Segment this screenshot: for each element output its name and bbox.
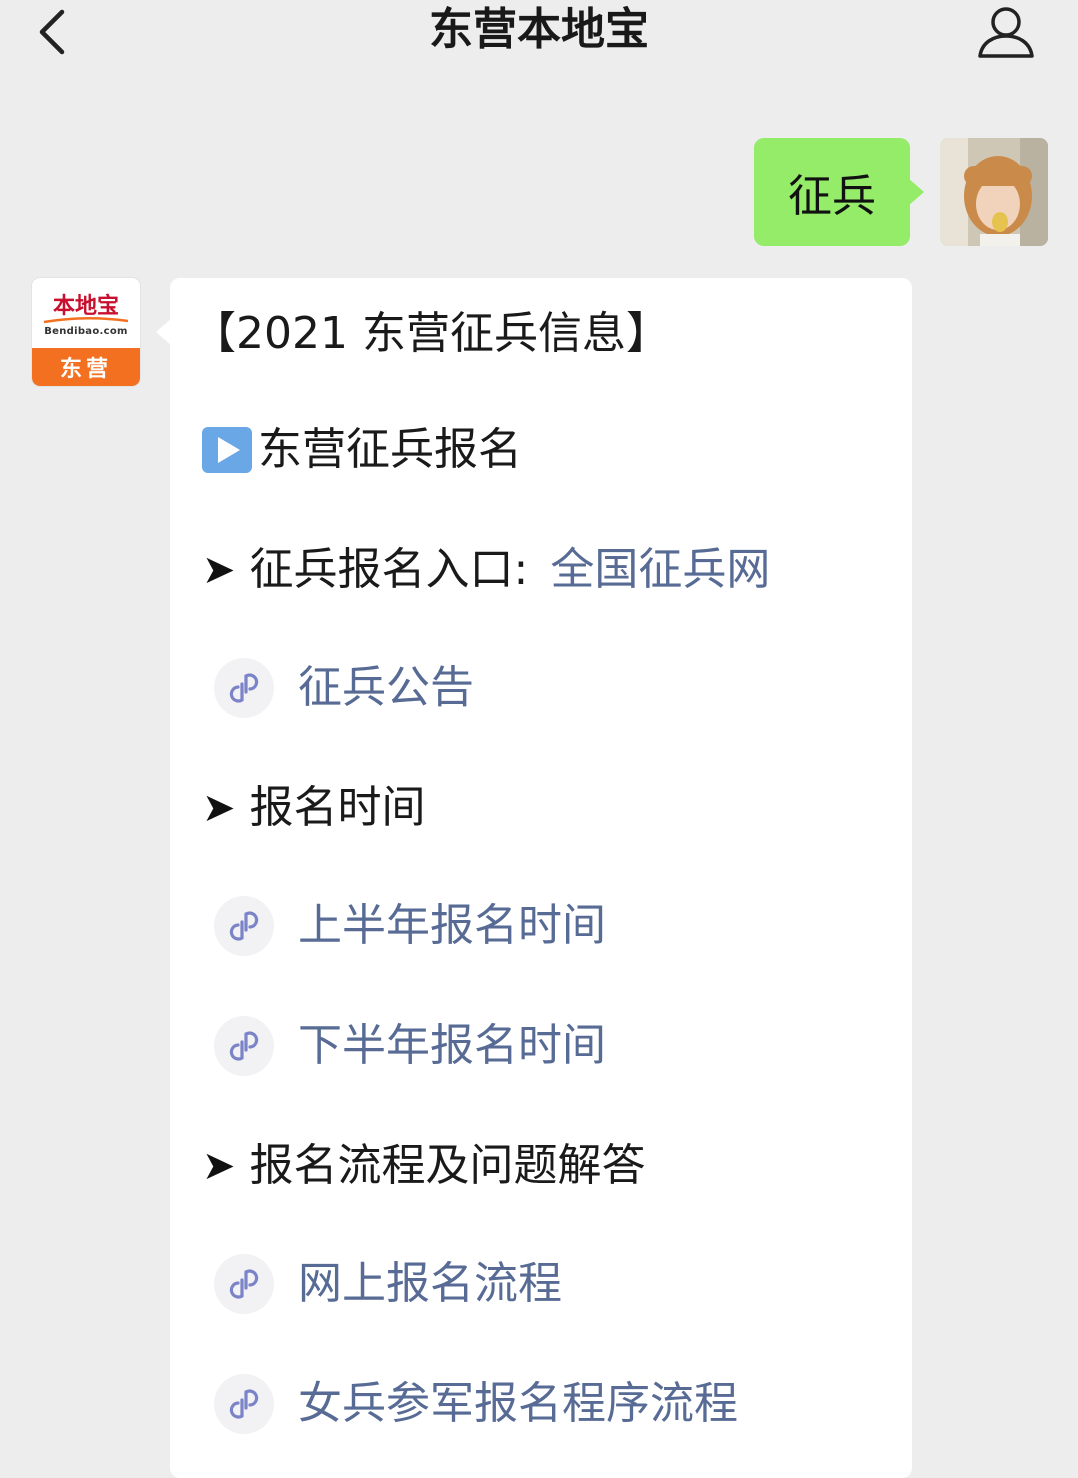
mini-program-icon: [214, 1374, 274, 1434]
mini-program-icon: [214, 1254, 274, 1314]
mini-program-link-female-process[interactable]: 女兵参军报名程序流程: [214, 1374, 738, 1434]
logo-swoosh-icon: [43, 317, 129, 324]
chat-title: 东营本地宝: [429, 4, 649, 55]
national-recruitment-link[interactable]: 全国征兵网: [550, 540, 770, 600]
time-row: ➤ 报名时间: [202, 778, 426, 838]
mini-program-label: 女兵参军报名程序流程: [298, 1378, 738, 1429]
profile-button[interactable]: [976, 4, 1036, 60]
reply-heading: 【2021 东营征兵信息】: [192, 308, 670, 359]
section-title: 东营征兵报名: [202, 420, 522, 480]
my-avatar[interactable]: [940, 138, 1048, 246]
process-label: 报名流程及问题解答: [249, 1140, 646, 1191]
mini-program-label: 上半年报名时间: [298, 900, 606, 951]
mini-program-icon: [214, 1016, 274, 1076]
my-message-bubble[interactable]: 征兵: [754, 138, 924, 246]
reply-bubble: 【2021 东营征兵信息】 东营征兵报名 ➤ 征兵报名入口: 全国征兵网 征兵公…: [156, 278, 912, 1478]
entry-label: 征兵报名入口:: [249, 544, 529, 595]
arrow-icon: ➤: [202, 1143, 236, 1189]
mini-program-label: 网上报名流程: [298, 1258, 562, 1309]
section-title-text: 东营征兵报名: [258, 424, 522, 475]
mini-program-link-first-half[interactable]: 上半年报名时间: [214, 896, 606, 956]
user-icon: [978, 7, 1034, 58]
mini-program-link-online-process[interactable]: 网上报名流程: [214, 1254, 562, 1314]
logo-city: 东营: [32, 348, 140, 386]
arrow-icon: ➤: [202, 547, 236, 593]
mini-program-icon: [214, 658, 274, 718]
avatar-photo: [940, 138, 1048, 246]
logo-domain: Bendibao.com: [44, 326, 128, 337]
time-label: 报名时间: [249, 782, 426, 833]
top-bar: 东营本地宝: [0, 0, 1078, 66]
mini-program-label: 下半年报名时间: [298, 1020, 606, 1071]
bot-avatar[interactable]: 本地宝 Bendibao.com 东营: [32, 278, 140, 386]
my-message-text: 征兵: [788, 171, 876, 222]
mini-program-link-announcement[interactable]: 征兵公告: [214, 658, 474, 718]
mini-program-link-second-half[interactable]: 下半年报名时间: [214, 1016, 606, 1076]
arrow-icon: ➤: [202, 785, 236, 831]
process-row: ➤ 报名流程及问题解答: [202, 1136, 646, 1196]
entry-row: ➤ 征兵报名入口: 全国征兵网: [202, 540, 770, 600]
play-icon: [202, 427, 252, 473]
mini-program-icon: [214, 896, 274, 956]
mini-program-label: 征兵公告: [298, 662, 474, 713]
